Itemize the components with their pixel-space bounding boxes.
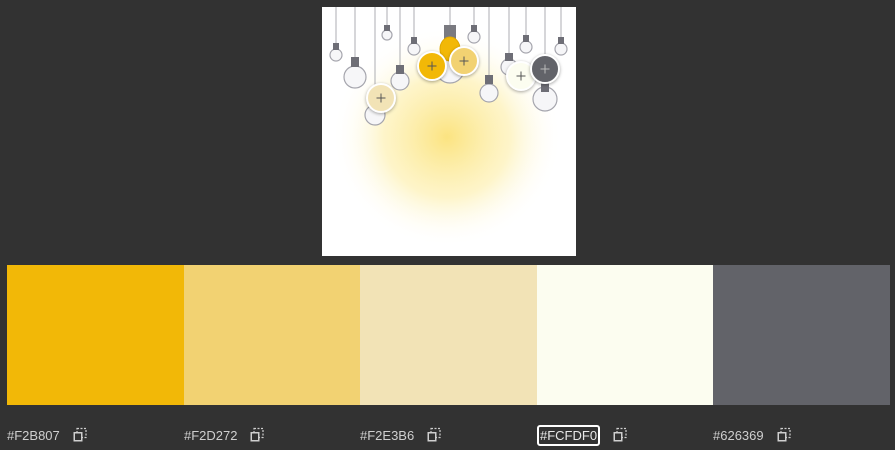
copy-icon[interactable] [426,427,442,443]
color-sampler-2[interactable] [449,46,479,76]
hex-group-2: #F2D272 [184,424,265,446]
copy-icon[interactable] [249,427,265,443]
color-swatch-2[interactable] [183,265,361,405]
copy-icon[interactable] [776,427,792,443]
hex-value-2[interactable]: #F2D272 [184,426,237,445]
source-image-preview [322,7,576,256]
color-sampler-3[interactable] [366,83,396,113]
hex-group-1: #F2B807 [7,424,88,446]
hex-value-5[interactable]: #626369 [713,426,764,445]
color-swatch-3[interactable] [360,265,537,405]
color-swatch-1[interactable] [7,265,184,405]
copy-icon[interactable] [612,427,628,443]
color-sampler-5[interactable] [530,54,560,84]
hex-labels-row: #F2B807 #F2D272 #F2E3B6 #FCFDF0 #626369 [0,424,895,448]
hex-value-4[interactable]: #FCFDF0 [537,424,601,446]
hex-group-4: #FCFDF0 [537,424,628,446]
color-swatch-5[interactable] [713,265,890,405]
hex-group-5: #626369 [713,424,792,446]
hex-value-1[interactable]: #F2B807 [7,426,60,445]
color-sampler-1[interactable] [417,51,447,81]
copy-icon[interactable] [72,427,88,443]
color-swatch-4[interactable] [536,265,714,405]
palette-swatches [7,265,890,405]
hex-value-3[interactable]: #F2E3B6 [360,426,414,445]
lightbulbs-image [329,7,568,247]
hex-group-3: #F2E3B6 [360,424,442,446]
